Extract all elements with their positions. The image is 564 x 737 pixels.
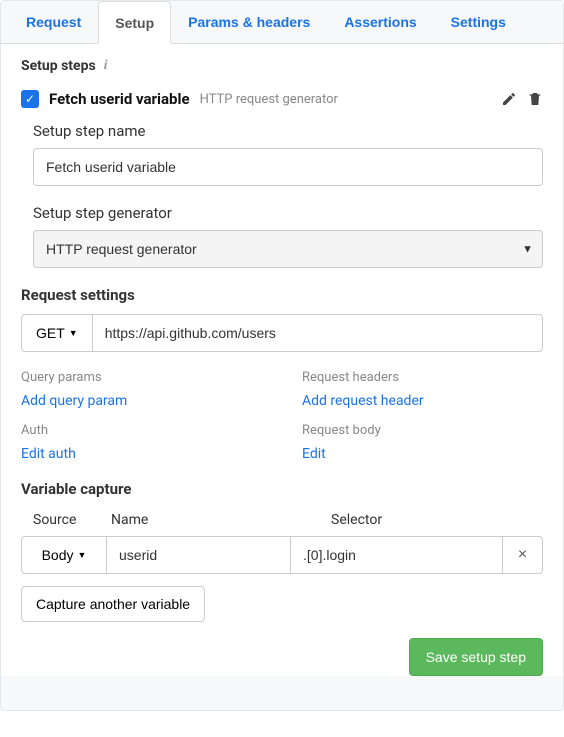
request-body-label: Request body xyxy=(302,423,543,438)
request-url-input[interactable] xyxy=(93,314,543,352)
capture-row: Body ▼ × xyxy=(21,536,543,574)
auth-label: Auth xyxy=(21,423,262,438)
info-icon[interactable]: i xyxy=(104,58,108,74)
step-generator-select[interactable]: HTTP request generator xyxy=(33,230,543,268)
capture-name-input[interactable] xyxy=(107,536,291,574)
capture-source-dropdown[interactable]: Body ▼ xyxy=(21,536,107,574)
edit-auth-link[interactable]: Edit auth xyxy=(21,446,76,462)
step-title: Fetch userid variable xyxy=(49,90,190,108)
tab-request[interactable]: Request xyxy=(9,1,98,43)
caret-down-icon: ▼ xyxy=(69,328,78,338)
request-settings-heading: Request settings xyxy=(21,286,543,304)
setup-steps-heading: Setup steps i xyxy=(21,58,543,74)
step-name-input[interactable] xyxy=(33,148,543,186)
save-setup-step-button[interactable]: Save setup step xyxy=(409,638,543,676)
capture-remove-button[interactable]: × xyxy=(503,536,543,574)
tab-params-headers[interactable]: Params & headers xyxy=(171,1,327,43)
capture-table-header: Source Name Selector xyxy=(21,508,543,536)
request-headers-label: Request headers xyxy=(302,370,543,385)
section-title-text: Setup steps xyxy=(21,58,96,74)
query-params-label: Query params xyxy=(21,370,262,385)
caret-down-icon: ▼ xyxy=(78,550,87,560)
tab-settings[interactable]: Settings xyxy=(434,1,523,43)
add-request-header-link[interactable]: Add request header xyxy=(302,393,424,409)
step-enabled-checkbox[interactable]: ✓ xyxy=(21,90,39,108)
http-method-dropdown[interactable]: GET ▼ xyxy=(21,314,93,352)
col-source: Source xyxy=(21,512,107,528)
capture-another-button[interactable]: Capture another variable xyxy=(21,586,205,622)
tab-setup[interactable]: Setup xyxy=(98,1,171,44)
capture-selector-input[interactable] xyxy=(291,536,503,574)
edit-icon[interactable] xyxy=(501,91,517,107)
step-subtitle: HTTP request generator xyxy=(200,92,338,107)
edit-body-link[interactable]: Edit xyxy=(302,446,326,462)
step-header: ✓ Fetch userid variable HTTP request gen… xyxy=(21,90,543,108)
tabs-bar: Request Setup Params & headers Assertion… xyxy=(1,1,563,44)
variable-capture-heading: Variable capture xyxy=(21,480,543,498)
step-generator-label: Setup step generator xyxy=(33,204,543,222)
col-selector: Selector xyxy=(291,512,543,528)
delete-icon[interactable] xyxy=(527,91,543,107)
step-name-label: Setup step name xyxy=(33,122,543,140)
tab-assertions[interactable]: Assertions xyxy=(327,1,433,43)
col-name: Name xyxy=(107,512,291,528)
add-query-param-link[interactable]: Add query param xyxy=(21,393,127,409)
